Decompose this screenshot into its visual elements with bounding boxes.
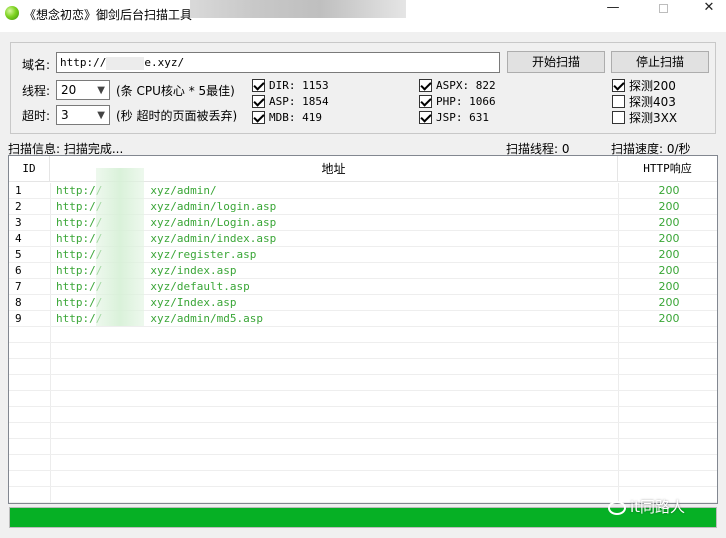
threads-value: 20	[61, 83, 77, 97]
row-http-status: 200	[658, 216, 680, 229]
timeout-note: (秒 超时的页面被丢弃)	[116, 109, 238, 123]
checkbox-box	[612, 79, 625, 92]
row-id: 5	[15, 248, 22, 261]
stop-scan-button[interactable]: 停止扫描	[611, 51, 709, 73]
close-button[interactable]: ✕	[686, 0, 726, 18]
watermark: it同路人	[608, 496, 685, 517]
probe-checkbox-403[interactable]: 探测403	[612, 95, 676, 109]
row-url-suffix: xyz/admin/index.asp	[150, 232, 277, 245]
dict-label: JSP: 631	[436, 111, 489, 124]
domain-input[interactable]: http:// e.xyz/	[56, 52, 500, 73]
row-id: 2	[15, 200, 22, 213]
maximize-button[interactable]	[640, 0, 686, 18]
probe-label: 探测3XX	[629, 111, 678, 125]
checkbox-box	[252, 95, 265, 108]
row-url-suffix: xyz/index.asp	[150, 264, 237, 277]
title-bar: 《想念初恋》御剑后台扫描工具 — ✕	[0, 0, 726, 32]
checkbox-box	[419, 111, 432, 124]
dict-checkbox-asp[interactable]: ASP: 1854	[252, 95, 329, 109]
dict-checkbox-mdb[interactable]: MDB: 419	[252, 111, 322, 125]
domain-suffix: e.xyz/	[144, 56, 185, 69]
checkbox-box	[419, 79, 432, 92]
row-http-status: 200	[658, 312, 680, 325]
empty-row	[9, 391, 717, 407]
row-id: 8	[15, 296, 22, 309]
timeout-value: 3	[61, 108, 69, 122]
start-scan-button[interactable]: 开始扫描	[507, 51, 605, 73]
row-id: 9	[15, 312, 22, 325]
empty-row	[9, 327, 717, 343]
dict-label: ASPX: 822	[436, 79, 496, 92]
chevron-down-icon: ▼	[97, 110, 105, 121]
chevron-down-icon: ▼	[97, 85, 105, 96]
checkbox-box	[612, 95, 625, 108]
window-title: 《想念初恋》御剑后台扫描工具	[24, 8, 193, 22]
maximize-icon	[658, 4, 668, 13]
probe-checkbox-3xx[interactable]: 探测3XX	[612, 111, 677, 125]
column-header-id[interactable]: ID	[9, 156, 50, 182]
empty-row	[9, 471, 717, 487]
row-url-suffix: xyz/default.asp	[150, 280, 250, 293]
empty-row	[9, 407, 717, 423]
row-url-suffix: xyz/admin/login.asp	[150, 200, 277, 213]
threads-select[interactable]: 20 ▼	[56, 80, 110, 100]
row-url-suffix: xyz/register.asp	[150, 248, 257, 261]
row-url-suffix: xyz/admin/md5.asp	[150, 312, 263, 325]
row-http-status: 200	[658, 264, 680, 277]
empty-row	[9, 423, 717, 439]
column-header-http[interactable]: HTTP响应	[618, 156, 717, 182]
empty-row	[9, 343, 717, 359]
domain-redacted	[106, 56, 145, 70]
watermark-text: it同路人	[630, 498, 686, 516]
probe-label: 探测403	[629, 95, 676, 109]
dict-label: PHP: 1066	[436, 95, 496, 108]
row-url-suffix: xyz/Index.asp	[150, 296, 237, 309]
threads-note: (条 CPU核心 * 5最佳)	[116, 84, 235, 98]
app-icon	[5, 6, 19, 20]
row-http-status: 200	[658, 280, 680, 293]
redacted-region	[190, 0, 406, 18]
row-id: 4	[15, 232, 22, 245]
domain-label: 域名:	[22, 58, 51, 72]
threads-label: 线程:	[22, 84, 51, 98]
dict-checkbox-jsp[interactable]: JSP: 631	[419, 111, 489, 125]
checkbox-box	[252, 79, 265, 92]
url-redacted-region	[96, 168, 144, 326]
chat-bubble-icon	[608, 500, 626, 515]
row-id: 6	[15, 264, 22, 277]
row-http-status: 200	[658, 200, 680, 213]
timeout-label: 超时:	[22, 109, 51, 123]
checkbox-box	[419, 95, 432, 108]
probe-checkbox-200[interactable]: 探测200	[612, 79, 676, 93]
probe-label: 探测200	[629, 79, 676, 93]
empty-row	[9, 359, 717, 375]
dict-label: ASP: 1854	[269, 95, 329, 108]
dict-checkbox-dir[interactable]: DIR: 1153	[252, 79, 329, 93]
domain-prefix: http://	[60, 56, 107, 69]
row-id: 7	[15, 280, 22, 293]
checkbox-box	[612, 111, 625, 124]
dict-label: DIR: 1153	[269, 79, 329, 92]
checkbox-box	[252, 111, 265, 124]
row-http-status: 200	[658, 232, 680, 245]
timeout-select[interactable]: 3 ▼	[56, 105, 110, 125]
empty-row	[9, 455, 717, 471]
row-http-status: 200	[658, 248, 680, 261]
row-http-status: 200	[658, 296, 680, 309]
empty-row	[9, 439, 717, 455]
dict-label: MDB: 419	[269, 111, 322, 124]
row-url-suffix: xyz/admin/Login.asp	[150, 216, 277, 229]
row-id: 3	[15, 216, 22, 229]
minimize-button[interactable]: —	[590, 0, 636, 18]
row-http-status: 200	[658, 184, 680, 197]
dict-checkbox-php[interactable]: PHP: 1066	[419, 95, 496, 109]
empty-row	[9, 375, 717, 391]
dict-checkbox-aspx[interactable]: ASPX: 822	[419, 79, 496, 93]
row-url-suffix: xyz/admin/	[150, 184, 217, 197]
row-id: 1	[15, 184, 22, 197]
